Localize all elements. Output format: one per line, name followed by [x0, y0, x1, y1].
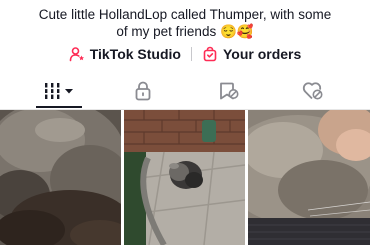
lock-icon: [134, 81, 152, 106]
tiktok-studio-label: TikTok Studio: [89, 46, 181, 62]
person-star-icon: [69, 46, 85, 62]
video-thumbnail[interactable]: [0, 110, 121, 245]
profile-tabs: [0, 78, 370, 108]
profile-bio: Cute little HollandLop called Thumper, w…: [0, 6, 370, 40]
your-orders-link[interactable]: Your orders: [202, 46, 301, 62]
tab-liked[interactable]: [276, 78, 350, 108]
bookmark-icon: [218, 81, 240, 106]
profile-links-row: TikTok Studio Your orders: [0, 44, 370, 64]
tiktok-studio-link[interactable]: TikTok Studio: [69, 46, 181, 62]
bio-line-2: of my pet friends 😌🥰: [116, 24, 254, 39]
tab-videos[interactable]: [22, 78, 96, 108]
video-grid: [0, 110, 370, 245]
tab-saved[interactable]: [192, 78, 266, 108]
tab-private[interactable]: [106, 78, 180, 108]
active-tab-indicator: [36, 106, 82, 108]
your-orders-label: Your orders: [222, 46, 302, 62]
video-thumbnail[interactable]: [248, 110, 370, 245]
videos-grid-icon: [42, 81, 76, 106]
liked-heart-icon: [302, 81, 324, 106]
video-thumbnail[interactable]: [124, 110, 245, 245]
bio-line-1: Cute little HollandLop called Thumper, w…: [38, 7, 332, 22]
links-divider: [190, 47, 192, 61]
shopping-bag-icon: [202, 46, 218, 62]
